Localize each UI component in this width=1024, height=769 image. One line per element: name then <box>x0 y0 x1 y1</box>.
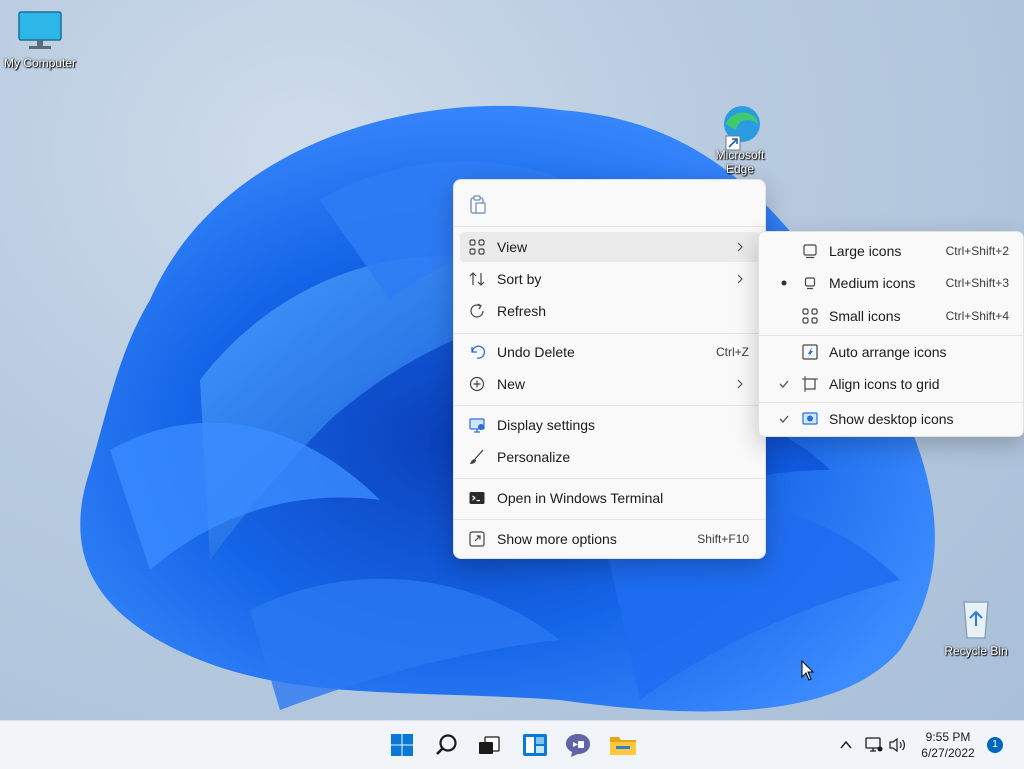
large-icons-icon <box>803 244 817 259</box>
sort-icon <box>469 272 485 286</box>
checkmark-icon <box>779 380 789 388</box>
menu-item-personalize[interactable]: Personalize <box>460 442 759 472</box>
submenu-item-label: Large icons <box>829 243 902 259</box>
taskbar-clock[interactable]: 9:55 PM 6/27/2022 <box>913 729 983 761</box>
submenu-item-show-desktop-icons[interactable]: Show desktop icons <box>763 404 1019 434</box>
submenu-item-auto-arrange[interactable]: Auto arrange icons <box>763 337 1019 367</box>
selected-dot-icon <box>781 280 787 286</box>
menu-item-refresh[interactable]: Refresh <box>460 296 759 326</box>
align-grid-icon <box>802 376 818 392</box>
chat-icon <box>566 734 590 757</box>
menu-item-label: View <box>497 239 528 255</box>
submenu-item-shortcut: Ctrl+Shift+2 <box>945 244 1009 258</box>
small-icons-icon <box>802 308 818 324</box>
desktop-icon-label: My Computer <box>3 56 77 70</box>
chevron-right-icon <box>737 242 743 252</box>
paste-button[interactable] <box>464 192 492 218</box>
menu-item-shortcut: Ctrl+Z <box>716 345 749 359</box>
menu-item-label: Refresh <box>497 303 547 319</box>
menu-separator <box>454 519 765 520</box>
desktop-icon-recycle-bin[interactable]: Recycle Bin <box>936 596 1016 658</box>
taskbar-start-button[interactable] <box>386 729 418 761</box>
menu-item-label: Open in Windows Terminal <box>497 490 664 506</box>
medium-icons-icon <box>804 277 816 290</box>
menu-separator <box>454 478 765 479</box>
brush-icon <box>470 449 484 464</box>
submenu-item-label: Medium icons <box>829 275 916 291</box>
menu-item-view[interactable]: View <box>460 232 759 262</box>
submenu-item-label: Small icons <box>829 308 901 324</box>
chevron-right-icon <box>737 274 743 284</box>
desktop-context-menu: View Sort by Refresh Undo Delete Ctrl+Z … <box>453 179 766 559</box>
submenu-item-large-icons[interactable]: Large icons Ctrl+Shift+2 <box>763 236 1019 266</box>
network-icon[interactable] <box>864 736 884 754</box>
menu-item-label: Personalize <box>497 449 571 465</box>
grid-icon <box>469 239 485 255</box>
widgets-icon <box>523 734 547 756</box>
submenu-item-label: Auto arrange icons <box>829 344 947 360</box>
clock-time: 9:55 PM <box>925 730 971 744</box>
chevron-right-icon <box>737 379 743 389</box>
monitor-icon <box>18 11 62 49</box>
menu-item-shortcut: Shift+F10 <box>697 532 749 546</box>
menu-item-sort-by[interactable]: Sort by <box>460 264 759 294</box>
desktop-icon-my-computer[interactable]: My Computer <box>0 10 80 70</box>
file-explorer-icon <box>610 737 636 755</box>
taskbar-file-explorer-button[interactable] <box>607 729 639 761</box>
menu-separator <box>454 333 765 334</box>
submenu-item-shortcut: Ctrl+Shift+3 <box>945 276 1009 290</box>
menu-separator <box>759 335 1023 336</box>
menu-item-label: Sort by <box>497 271 542 287</box>
taskbar-task-view-button[interactable] <box>473 729 505 761</box>
clock-date: 6/27/2022 <box>921 746 975 760</box>
show-desktop-icon <box>802 412 818 425</box>
volume-icon[interactable] <box>888 736 908 754</box>
menu-item-undo-delete[interactable]: Undo Delete Ctrl+Z <box>460 337 759 367</box>
auto-arrange-icon <box>802 344 818 360</box>
menu-item-new[interactable]: New <box>460 369 759 399</box>
menu-item-label: Show more options <box>497 531 617 547</box>
view-submenu: Large icons Ctrl+Shift+2 Medium icons Ct… <box>758 231 1024 437</box>
desktop-icon-label: Microsoft Edge <box>715 148 765 176</box>
desktop-icon-microsoft-edge[interactable]: Microsoft Edge <box>700 104 780 176</box>
submenu-item-label: Show desktop icons <box>829 411 954 427</box>
mouse-cursor-icon <box>801 660 815 681</box>
menu-separator <box>454 405 765 406</box>
menu-item-label: New <box>497 376 526 392</box>
menu-separator <box>759 402 1023 403</box>
submenu-item-small-icons[interactable]: Small icons Ctrl+Shift+4 <box>763 301 1019 331</box>
recycle-bin-icon <box>963 601 989 639</box>
menu-item-show-more-options[interactable]: Show more options Shift+F10 <box>460 524 759 554</box>
menu-item-label: Undo Delete <box>497 344 575 360</box>
terminal-icon <box>469 492 485 504</box>
submenu-item-align-to-grid[interactable]: Align icons to grid <box>763 369 1019 399</box>
menu-item-open-terminal[interactable]: Open in Windows Terminal <box>460 483 759 513</box>
undo-icon <box>471 345 486 359</box>
taskbar-search-button[interactable] <box>431 729 463 761</box>
refresh-icon <box>470 303 484 318</box>
display-icon <box>469 418 485 433</box>
taskbar-chat-button[interactable] <box>562 729 594 761</box>
checkmark-icon <box>779 415 789 423</box>
taskbar-widgets-button[interactable] <box>519 729 551 761</box>
submenu-item-medium-icons[interactable]: Medium icons Ctrl+Shift+3 <box>763 268 1019 298</box>
menu-separator <box>454 226 765 227</box>
taskbar: 9:55 PM 6/27/2022 1 <box>0 720 1024 769</box>
notification-badge[interactable]: 1 <box>987 737 1003 753</box>
desktop-icon-label: Recycle Bin <box>944 644 1008 658</box>
start-icon <box>391 734 413 756</box>
more-options-icon <box>469 531 485 547</box>
paste-icon <box>470 195 486 214</box>
show-hidden-icons-chevron-up-icon[interactable] <box>838 737 854 753</box>
task-view-icon <box>479 736 500 754</box>
new-icon <box>469 376 485 392</box>
menu-item-label: Display settings <box>497 417 596 433</box>
submenu-item-label: Align icons to grid <box>829 376 940 392</box>
search-icon <box>436 734 457 755</box>
submenu-item-shortcut: Ctrl+Shift+4 <box>945 309 1009 323</box>
menu-item-display-settings[interactable]: Display settings <box>460 410 759 440</box>
